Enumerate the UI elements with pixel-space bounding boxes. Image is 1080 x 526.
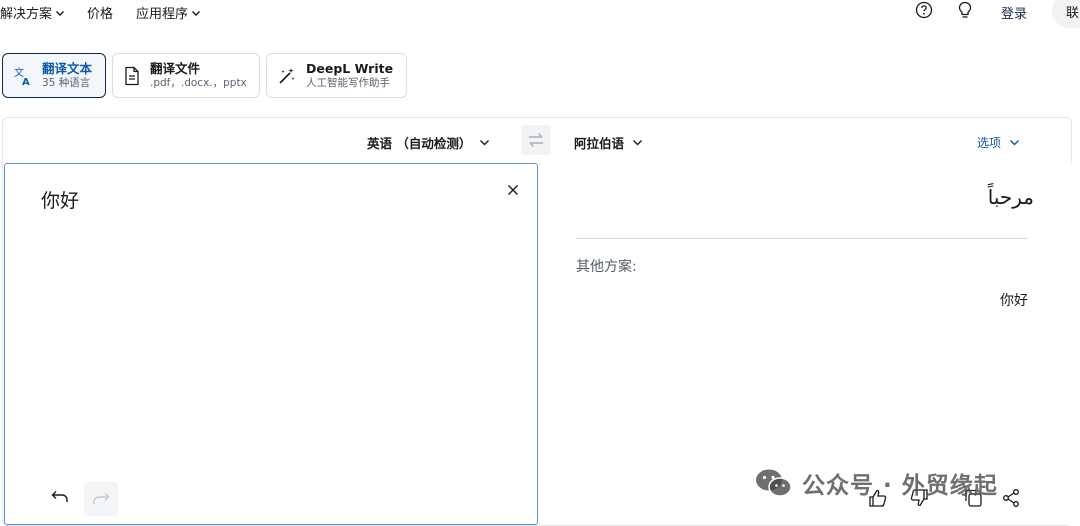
- tab-deepl-write[interactable]: DeepL Write 人工智能写作助手: [266, 53, 407, 98]
- chevron-down-icon: [633, 140, 643, 146]
- options-label: 选项: [977, 136, 1002, 150]
- magic-wand-icon: [279, 67, 295, 84]
- language-bar: 英语 （自动检测） 阿拉伯语 选项: [3, 118, 1073, 164]
- thumbs-up-icon[interactable]: [867, 487, 889, 509]
- chevron-down-icon: [1010, 140, 1020, 146]
- tab-translate-files-title: 翻译文件: [150, 61, 201, 76]
- tab-deepl-write-title: DeepL Write: [306, 61, 394, 76]
- tab-translate-files[interactable]: 翻译文件 .pdf，.docx.，pptx: [112, 53, 260, 98]
- nav-apps-label: 应用程序: [136, 7, 189, 22]
- nav-pricing-label: 价格: [87, 7, 114, 22]
- translate-icon: 文 A: [14, 66, 30, 86]
- tab-deepl-write-subtitle: 人工智能写作助手: [306, 77, 390, 89]
- document-icon: [125, 66, 139, 85]
- target-language-select[interactable]: 阿拉伯语: [574, 133, 643, 152]
- source-text-area[interactable]: 你好: [4, 163, 538, 525]
- undo-icon: [51, 491, 68, 502]
- alternatives-label: 其他方案:: [576, 259, 637, 275]
- nav-solutions-label: 解决方案: [0, 7, 53, 22]
- chevron-down-icon: [56, 10, 65, 16]
- swap-arrows-icon: [529, 133, 543, 147]
- source-text[interactable]: 你好: [41, 186, 79, 213]
- tab-translate-text-title: 翻译文本: [42, 61, 93, 76]
- svg-text:A: A: [22, 77, 30, 86]
- tab-translate-text[interactable]: 文 A 翻译文本 35 种语言: [2, 53, 106, 98]
- top-navigation: 解决方案 价格 应用程序 登录 联: [0, 0, 1080, 28]
- thumbs-down-icon[interactable]: [908, 487, 930, 509]
- source-language-select[interactable]: 英语 （自动检测）: [367, 133, 490, 152]
- target-language-label: 阿拉伯语: [574, 136, 625, 151]
- alternative-item[interactable]: 你好: [1000, 290, 1028, 310]
- lightbulb-icon[interactable]: [955, 0, 975, 20]
- tab-translate-text-subtitle: 35 种语言: [42, 77, 91, 89]
- tab-translate-files-subtitle: .pdf，.docx.，pptx: [150, 77, 247, 89]
- translated-text[interactable]: مرحباً: [988, 185, 1034, 209]
- help-circle-icon[interactable]: [914, 0, 934, 20]
- nav-apps-menu[interactable]: 应用程序: [136, 3, 201, 22]
- nav-pricing-link[interactable]: 价格: [87, 3, 113, 22]
- divider: [576, 238, 1028, 239]
- clear-text-button[interactable]: [503, 180, 523, 200]
- chevron-down-icon: [480, 140, 490, 146]
- source-language-label: 英语 （自动检测）: [367, 136, 472, 151]
- translator-card: 英语 （自动检测） 阿拉伯语 选项 你好 مرحباً 其他方案: 你好: [2, 117, 1072, 526]
- nav-solutions-menu[interactable]: 解决方案: [0, 3, 65, 22]
- chevron-down-icon: [192, 10, 201, 16]
- swap-languages-button[interactable]: [521, 125, 551, 155]
- target-text-area: مرحباً 其他方案: 你好: [540, 163, 1072, 525]
- undo-button[interactable]: [47, 484, 73, 510]
- contact-sales-button[interactable]: 联: [1052, 0, 1080, 28]
- redo-button[interactable]: [84, 482, 118, 516]
- target-panel-body: مرحباً 其他方案: 你好: [540, 163, 1072, 525]
- copy-icon[interactable]: [962, 487, 984, 509]
- share-icon[interactable]: [1000, 487, 1022, 509]
- redo-icon: [93, 493, 110, 504]
- options-button[interactable]: 选项: [977, 134, 1020, 151]
- close-icon: [508, 185, 518, 195]
- login-link[interactable]: 登录: [1001, 3, 1027, 22]
